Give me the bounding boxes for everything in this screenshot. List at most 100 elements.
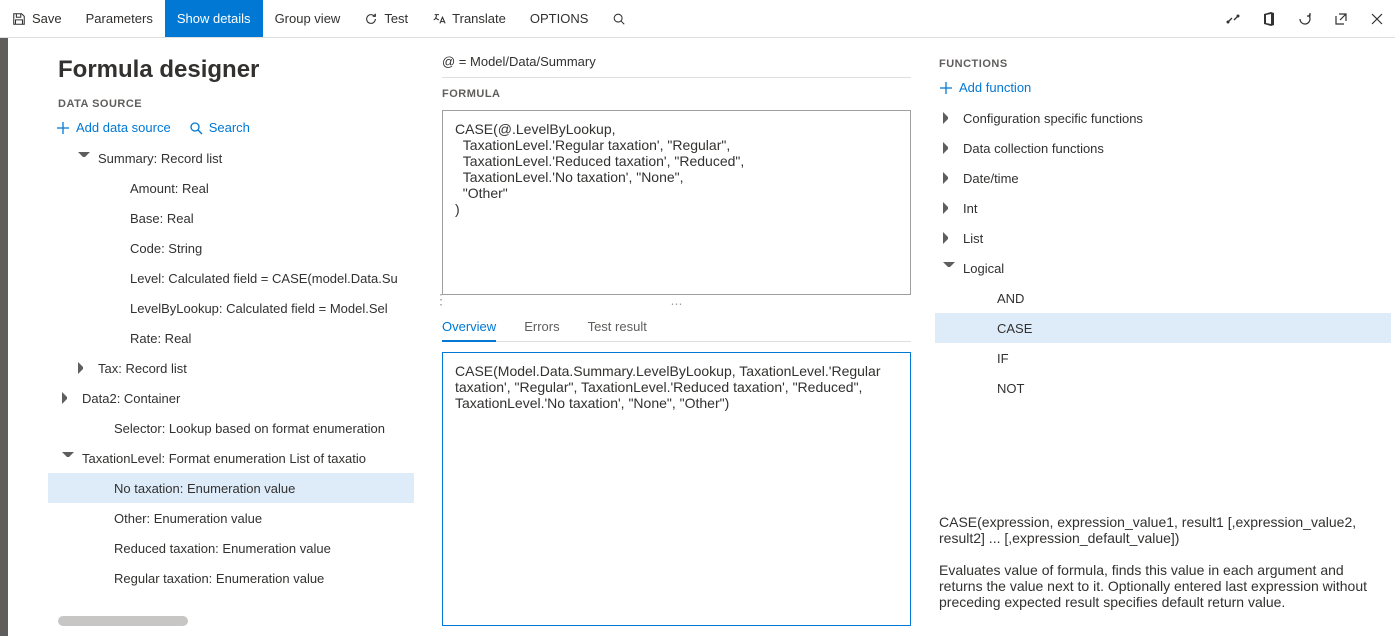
- tree-node[interactable]: Tax: Record list: [48, 353, 414, 383]
- tree-node-label: Other: Enumeration value: [114, 511, 262, 526]
- close-icon[interactable]: [1359, 0, 1395, 37]
- function-node-label: List: [963, 231, 983, 246]
- formula-input[interactable]: CASE(@.LevelByLookup, TaxationLevel.'Reg…: [442, 110, 911, 295]
- translate-button[interactable]: Translate: [420, 0, 518, 37]
- function-node-label: Data collection functions: [963, 141, 1104, 156]
- plus-icon: [939, 81, 953, 95]
- tree-node[interactable]: Other: Enumeration value: [48, 503, 414, 533]
- translate-icon: [432, 12, 446, 26]
- page-title: Formula designer: [58, 56, 418, 84]
- function-node-label: IF: [997, 351, 1009, 366]
- search-icon: [612, 12, 626, 26]
- tab-errors[interactable]: Errors: [524, 313, 559, 341]
- overview-output: CASE(Model.Data.Summary.LevelByLookup, T…: [442, 352, 911, 626]
- data-source-label: DATA SOURCE: [58, 98, 418, 110]
- data-source-tree[interactable]: Summary: Record list Amount: Real Base: Re…: [48, 143, 418, 616]
- tree-node[interactable]: Amount: Real: [48, 173, 414, 203]
- tree-node[interactable]: TaxationLevel: Format enumeration List o…: [48, 443, 414, 473]
- toolbar: Save Parameters Show details Group view …: [0, 0, 1395, 38]
- tree-node[interactable]: Data2: Container: [48, 383, 414, 413]
- reload-icon[interactable]: [1287, 0, 1323, 37]
- tree-node[interactable]: Selector: Lookup based on format enumera…: [48, 413, 414, 443]
- chevron-right-icon[interactable]: [943, 202, 955, 214]
- resize-grip[interactable]: ⋯: [442, 295, 911, 313]
- tab-overview[interactable]: Overview: [442, 313, 496, 342]
- function-node[interactable]: Int: [935, 193, 1391, 223]
- chevron-right-icon[interactable]: [943, 112, 955, 124]
- tree-node-label: Base: Real: [130, 211, 194, 226]
- function-description: CASE(expression, expression_value1, resu…: [935, 502, 1391, 626]
- chevron-right-icon[interactable]: [62, 392, 74, 404]
- functions-panel: FUNCTIONS Add function Configuration spe…: [925, 38, 1395, 636]
- options-button[interactable]: OPTIONS: [518, 0, 601, 37]
- functions-tree[interactable]: Configuration specific functions Data col…: [935, 103, 1391, 502]
- chevron-down-icon[interactable]: [62, 452, 74, 464]
- group-view-button[interactable]: Group view: [263, 0, 353, 37]
- connector-icon[interactable]: [1215, 0, 1251, 37]
- function-node-label: Date/time: [963, 171, 1019, 186]
- tree-node[interactable]: Code: String: [48, 233, 414, 263]
- tree-node[interactable]: LevelByLookup: Calculated field = Model.…: [48, 293, 414, 323]
- refresh-icon: [364, 12, 378, 26]
- left-stripe: [0, 38, 8, 636]
- function-node[interactable]: Configuration specific functions: [935, 103, 1391, 133]
- tree-node-label: TaxationLevel: Format enumeration List o…: [82, 451, 366, 466]
- chevron-down-icon[interactable]: [943, 262, 955, 274]
- chevron-right-icon[interactable]: [943, 142, 955, 154]
- function-node[interactable]: Data collection functions: [935, 133, 1391, 163]
- chevron-right-icon[interactable]: [78, 362, 90, 374]
- tree-node[interactable]: No taxation: Enumeration value: [48, 473, 414, 503]
- add-data-source-button[interactable]: Add data source: [56, 120, 171, 135]
- function-signature: CASE(expression, expression_value1, resu…: [939, 514, 1379, 546]
- search-data-source-button[interactable]: Search: [189, 120, 250, 135]
- tree-node[interactable]: Reduced taxation: Enumeration value: [48, 533, 414, 563]
- tree-node-label: Reduced taxation: Enumeration value: [114, 541, 331, 556]
- tree-node-label: Rate: Real: [130, 331, 191, 346]
- function-summary: Evaluates value of formula, finds this v…: [939, 562, 1379, 610]
- plus-icon: [56, 121, 70, 135]
- parameters-button[interactable]: Parameters: [74, 0, 165, 37]
- functions-label: FUNCTIONS: [939, 58, 1391, 70]
- search-icon: [189, 121, 203, 135]
- tree-node-label: Tax: Record list: [98, 361, 187, 376]
- tree-node-label: Amount: Real: [130, 181, 209, 196]
- result-tabs: Overview Errors Test result: [442, 313, 911, 342]
- tree-node[interactable]: Summary: Record list: [48, 143, 414, 173]
- function-node[interactable]: AND: [935, 283, 1391, 313]
- function-node[interactable]: NOT: [935, 373, 1391, 403]
- tree-node[interactable]: Base: Real: [48, 203, 414, 233]
- function-node[interactable]: Date/time: [935, 163, 1391, 193]
- horizontal-scrollbar[interactable]: [58, 616, 188, 626]
- tree-node-label: Code: String: [130, 241, 202, 256]
- tree-node-label: No taxation: Enumeration value: [114, 481, 295, 496]
- tree-node-label: LevelByLookup: Calculated field = Model.…: [130, 301, 388, 316]
- save-button[interactable]: Save: [0, 0, 74, 37]
- function-node[interactable]: Logical: [935, 253, 1391, 283]
- tree-node-label: Selector: Lookup based on format enumera…: [114, 421, 385, 436]
- office-icon[interactable]: [1251, 0, 1287, 37]
- tab-test-result[interactable]: Test result: [588, 313, 647, 341]
- formula-path: @ = Model/Data/Summary: [442, 38, 911, 78]
- function-node[interactable]: CASE: [935, 313, 1391, 343]
- formula-panel: @ = Model/Data/Summary FORMULA CASE(@.Le…: [428, 38, 925, 636]
- tree-node-label: Regular taxation: Enumeration value: [114, 571, 324, 586]
- function-node[interactable]: List: [935, 223, 1391, 253]
- tree-node[interactable]: Rate: Real: [48, 323, 414, 353]
- function-node[interactable]: IF: [935, 343, 1391, 373]
- tree-node-label: Data2: Container: [82, 391, 180, 406]
- tree-node[interactable]: Level: Calculated field = CASE(model.Dat…: [48, 263, 414, 293]
- chevron-right-icon[interactable]: [943, 232, 955, 244]
- show-details-button[interactable]: Show details: [165, 0, 263, 37]
- chevron-down-icon[interactable]: [78, 152, 90, 164]
- function-node-label: Int: [963, 201, 977, 216]
- test-button[interactable]: Test: [352, 0, 420, 37]
- tree-node[interactable]: Regular taxation: Enumeration value: [48, 563, 414, 593]
- search-button[interactable]: [600, 0, 638, 37]
- chevron-right-icon[interactable]: [943, 172, 955, 184]
- save-icon: [12, 12, 26, 26]
- function-node-label: Configuration specific functions: [963, 111, 1143, 126]
- add-function-button[interactable]: Add function: [939, 80, 1031, 95]
- data-source-panel: Formula designer DATA SOURCE Add data so…: [8, 38, 428, 636]
- popout-icon[interactable]: [1323, 0, 1359, 37]
- tree-node-label: Summary: Record list: [98, 151, 222, 166]
